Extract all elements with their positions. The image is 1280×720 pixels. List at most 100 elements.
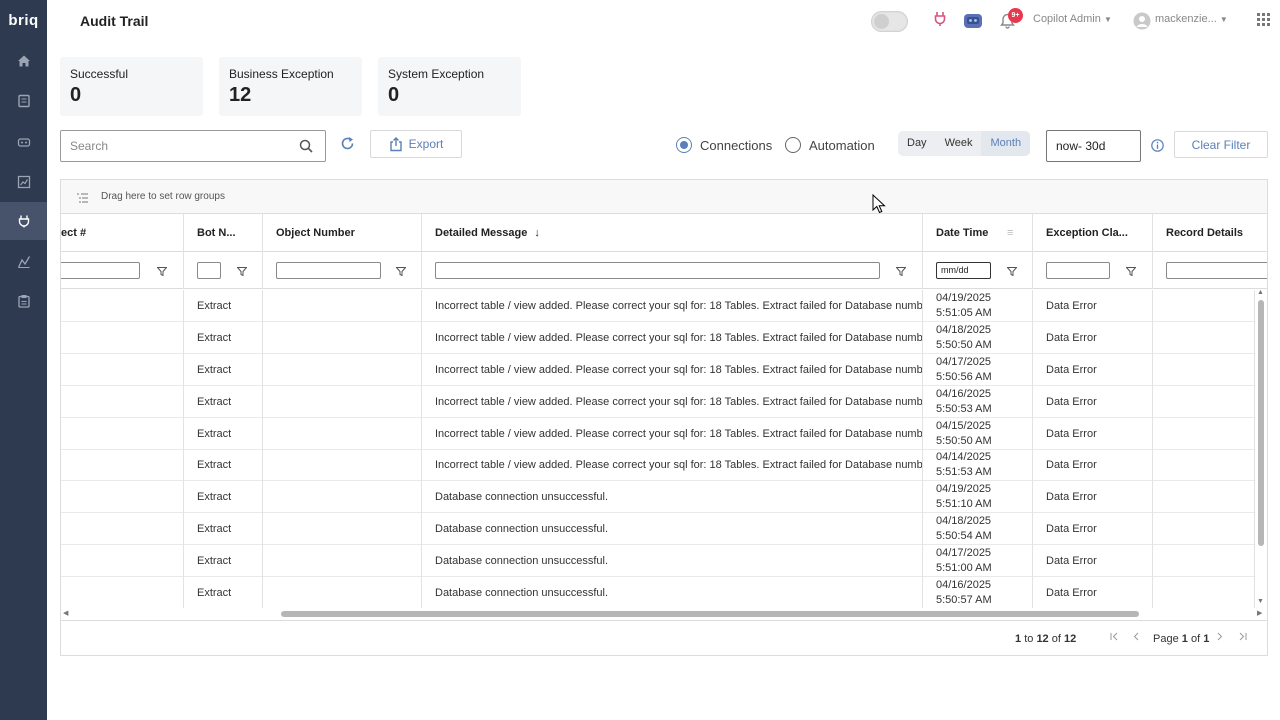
cell-project — [61, 449, 184, 481]
sidebar-item-bots[interactable] — [0, 123, 47, 161]
filter-icon[interactable] — [156, 263, 168, 281]
clear-filter-button[interactable]: Clear Filter — [1174, 131, 1268, 158]
filter-input-bot[interactable] — [197, 262, 221, 279]
cell-exception: Data Error — [1033, 481, 1153, 513]
row-count-summary: 1 to 12 of 12 — [1015, 633, 1076, 645]
export-button[interactable]: Export — [370, 130, 462, 158]
sidebar-item-documents[interactable] — [0, 82, 47, 120]
card-value: 0 — [388, 84, 400, 106]
refresh-button[interactable] — [340, 136, 355, 156]
business-exception-card[interactable]: Business Exception 12 — [219, 57, 362, 116]
cell-bot: Extract — [184, 449, 263, 481]
user-icon — [1133, 12, 1151, 30]
user-menu[interactable]: mackenzie... ▼ — [1155, 13, 1228, 25]
cell-record — [1153, 481, 1255, 513]
radio-connections[interactable]: Connections — [676, 137, 772, 153]
cell-object — [263, 577, 422, 608]
cell-datetime: 04/18/2025 5:50:50 AM — [923, 322, 1033, 354]
filter-icon[interactable] — [1125, 263, 1137, 281]
col-header-message[interactable]: Detailed Message ↓ — [422, 214, 923, 252]
sidebar-item-connections[interactable] — [0, 202, 47, 240]
filter-input-record[interactable] — [1166, 262, 1267, 279]
col-header-project[interactable]: ect # — [61, 214, 184, 252]
toggle-knob — [874, 14, 889, 29]
row-to-word: to — [1024, 633, 1034, 645]
horizontal-scroll-thumb[interactable] — [281, 611, 1139, 617]
first-page-button[interactable] — [1110, 632, 1119, 644]
scroll-left-icon[interactable]: ◀ — [63, 609, 68, 617]
col-header-exception[interactable]: Exception Cla... — [1033, 214, 1153, 252]
card-value: 0 — [70, 84, 82, 106]
filter-input-object[interactable] — [276, 262, 381, 279]
radio-connections-label: Connections — [700, 137, 773, 153]
sidebar-item-tasks[interactable] — [0, 282, 47, 320]
cell-time: 5:51:05 AM — [936, 307, 992, 319]
cell-exception: Data Error — [1033, 290, 1153, 322]
date-range-input[interactable]: now- 30d — [1046, 130, 1141, 162]
filter-icon[interactable] — [395, 263, 407, 281]
cell-object — [263, 322, 422, 354]
table-row[interactable]: Extract Database connection unsuccessful.… — [61, 481, 1255, 513]
filter-icon[interactable] — [895, 263, 907, 281]
page-of-word: of — [1190, 633, 1201, 645]
scroll-right-icon[interactable]: ▶ — [1257, 609, 1262, 617]
table-row[interactable]: Extract Database connection unsuccessful.… — [61, 545, 1255, 577]
cell-message: Incorrect table / view added. Please cor… — [422, 322, 923, 354]
filter-cell-object — [263, 252, 422, 289]
horizontal-scrollbar[interactable]: ◀ ▶ — [61, 608, 1267, 620]
vertical-scroll-thumb[interactable] — [1258, 300, 1264, 546]
filter-input-message[interactable] — [435, 262, 880, 279]
system-exception-card[interactable]: System Exception 0 — [378, 57, 521, 116]
theme-toggle[interactable] — [871, 11, 908, 32]
prev-page-button[interactable] — [1132, 632, 1141, 644]
filter-cell-project — [61, 252, 184, 289]
sidebar-item-analytics[interactable] — [0, 243, 47, 281]
scroll-up-icon[interactable]: ▲ — [1257, 289, 1264, 296]
col-header-object[interactable]: Object Number — [263, 214, 422, 252]
radio-automation[interactable]: Automation — [785, 137, 875, 153]
avatar[interactable] — [1133, 12, 1151, 35]
first-page-icon — [1110, 632, 1118, 641]
table-row[interactable]: Extract Incorrect table / view added. Ple… — [61, 418, 1255, 450]
column-menu-icon[interactable]: ≡ — [1007, 214, 1013, 252]
copilot-button[interactable] — [963, 11, 983, 34]
cell-bot: Extract — [184, 481, 263, 513]
filter-icon[interactable] — [1006, 263, 1018, 281]
col-header-record[interactable]: Record Details — [1153, 214, 1267, 252]
table-row[interactable]: Extract Database connection unsuccessful.… — [61, 513, 1255, 545]
table-row[interactable]: Extract Incorrect table / view added. Ple… — [61, 386, 1255, 418]
col-header-datetime[interactable]: Date Time ≡ — [923, 214, 1033, 252]
plug-header-button[interactable] — [933, 11, 947, 32]
scroll-down-icon[interactable]: ▼ — [1257, 598, 1264, 605]
cell-message: Database connection unsuccessful. — [422, 513, 923, 545]
sidebar-item-home[interactable] — [0, 42, 47, 80]
seg-week[interactable]: Week — [936, 131, 982, 156]
last-page-button[interactable] — [1238, 632, 1247, 644]
apps-grid-button[interactable] — [1257, 13, 1270, 31]
period-segmented-control: Day Week Month — [898, 131, 1031, 156]
table-row[interactable]: Extract Database connection unsuccessful.… — [61, 577, 1255, 608]
seg-month[interactable]: Month — [981, 131, 1031, 156]
cell-date: 04/19/2025 — [936, 292, 992, 304]
role-menu[interactable]: Copilot Admin ▼ — [1033, 13, 1112, 25]
filter-input-project[interactable] — [61, 262, 140, 279]
filter-input-date[interactable]: mm/dd — [936, 262, 991, 279]
cell-message: Database connection unsuccessful. — [422, 481, 923, 513]
row-group-drop-zone[interactable]: Drag here to set row groups — [61, 180, 1267, 214]
table-row[interactable]: Extract Incorrect table / view added. Ple… — [61, 354, 1255, 386]
vertical-scrollbar[interactable]: ▲ ▼ — [1255, 289, 1267, 608]
search-input[interactable] — [61, 131, 286, 161]
table-row[interactable]: Extract Incorrect table / view added. Ple… — [61, 322, 1255, 354]
table-row[interactable]: Extract Incorrect table / view added. Ple… — [61, 290, 1255, 322]
next-page-button[interactable] — [1215, 632, 1224, 644]
filter-icon[interactable] — [236, 263, 248, 281]
search-icon[interactable] — [299, 139, 313, 158]
info-button[interactable] — [1151, 139, 1164, 157]
sidebar-item-reports[interactable] — [0, 163, 47, 201]
col-header-bot[interactable]: Bot N... — [184, 214, 263, 252]
table-row[interactable]: Extract Incorrect table / view added. Ple… — [61, 449, 1255, 481]
successful-card[interactable]: Successful 0 — [60, 57, 203, 116]
filter-input-exception[interactable] — [1046, 262, 1110, 279]
row-total: 12 — [1064, 633, 1077, 645]
seg-day[interactable]: Day — [898, 131, 936, 156]
